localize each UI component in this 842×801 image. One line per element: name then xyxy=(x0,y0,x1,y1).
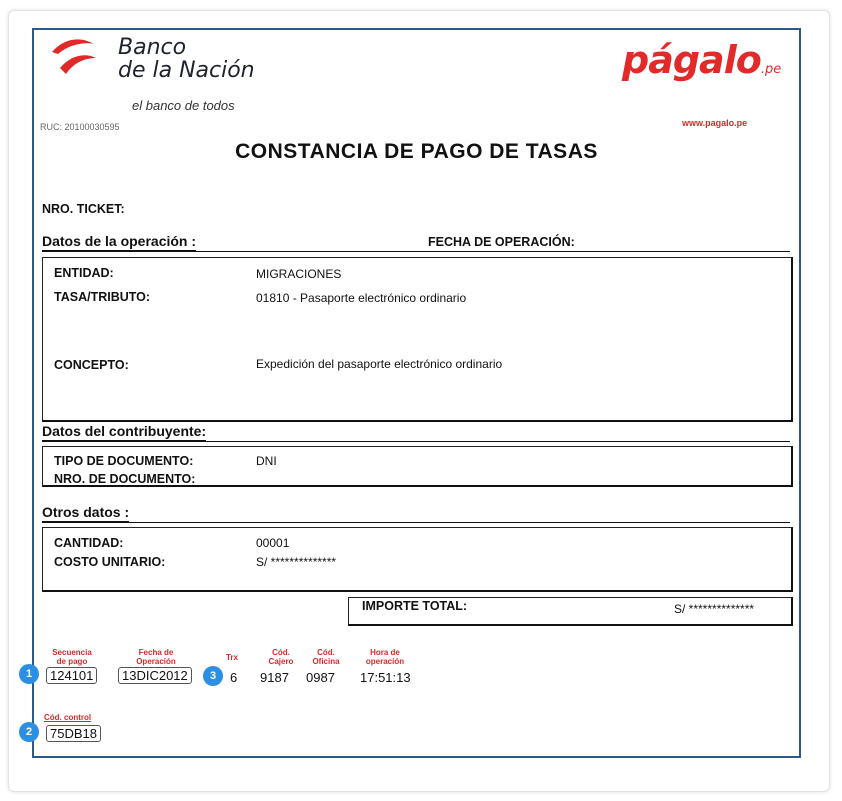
trx-value: 6 xyxy=(230,670,238,685)
entidad-label: ENTIDAD: xyxy=(54,266,114,280)
concepto-label: CONCEPTO: xyxy=(54,358,129,372)
cod-control-value: 75DB18 xyxy=(46,725,101,742)
fecha-operacion-label: FECHA DE OPERACIÓN: xyxy=(428,235,575,249)
section-otros-divider xyxy=(42,522,790,523)
section-contribuyente-title: Datos del contribuyente: xyxy=(42,423,207,441)
costo-unitario-label: COSTO UNITARIO: xyxy=(54,555,166,569)
pagalo-url: www.pagalo.pe xyxy=(682,118,748,128)
tasa-value: 01810 - Pasaporte electrónico ordinario xyxy=(256,291,467,305)
importe-total-label: IMPORTE TOTAL: xyxy=(362,599,468,613)
fecha-footer-value: 13DIC2012 xyxy=(118,667,192,684)
cod-control-label: Cód. control xyxy=(44,713,92,722)
annotation-marker-2: 2 xyxy=(19,722,39,742)
cantidad-value: 00001 xyxy=(256,536,290,550)
bank-name: Banco de la Nación xyxy=(118,36,255,82)
hora-operacion-value: 17:51:13 xyxy=(360,670,411,685)
cod-cajero-value: 9187 xyxy=(260,670,289,685)
pagalo-logo: págalo.pe xyxy=(622,38,781,82)
nro-documento-label: NRO. DE DOCUMENTO: xyxy=(54,472,196,486)
entidad-value: MIGRACIONES xyxy=(256,267,342,281)
section-operacion-title: Datos de la operación : xyxy=(42,233,197,251)
banco-nacion-logo-icon xyxy=(52,39,96,74)
importe-total-value: S/ ************** xyxy=(674,602,755,616)
bank-tagline: el banco de todos xyxy=(132,98,235,113)
operacion-box xyxy=(42,257,793,422)
annotation-marker-1: 1 xyxy=(19,664,39,684)
cod-oficina-value: 0987 xyxy=(306,670,335,685)
ticket-label: NRO. TICKET: xyxy=(42,202,125,216)
concepto-value: Expedición del pasaporte electrónico ord… xyxy=(256,357,503,371)
tasa-label: TASA/TRIBUTO: xyxy=(54,290,151,304)
costo-unitario-value: S/ ************** xyxy=(256,555,337,569)
cod-oficina-label: Cód. Oficina xyxy=(312,648,340,666)
section-operacion-divider xyxy=(42,251,790,252)
tipo-documento-label: TIPO DE DOCUMENTO: xyxy=(54,454,194,468)
section-contribuyente-divider xyxy=(42,441,790,442)
section-otros-title: Otros datos : xyxy=(42,504,130,522)
secuencia-value: 124101 xyxy=(46,667,98,684)
fecha-footer-label: Fecha de Operación xyxy=(136,648,176,666)
bank-name-line2: de la Nación xyxy=(118,58,255,83)
pagalo-logo-text: págalo xyxy=(622,38,762,82)
cantidad-label: CANTIDAD: xyxy=(54,536,124,550)
document-title: CONSTANCIA DE PAGO DE TASAS xyxy=(235,140,598,163)
ruc-number: RUC: 20100030595 xyxy=(40,122,120,132)
tipo-documento-value: DNI xyxy=(256,454,277,468)
receipt-document: Banco de la Nación el banco de todos RUC… xyxy=(32,28,801,758)
secuencia-label: Secuencia de pago xyxy=(52,648,92,666)
cod-cajero-label: Cód. Cajero xyxy=(268,648,294,666)
pagalo-logo-suffix: .pe xyxy=(760,62,782,77)
hora-operacion-label: Hora de operación xyxy=(365,648,405,666)
annotation-marker-3: 3 xyxy=(203,666,223,686)
bank-name-line1: Banco xyxy=(118,35,187,60)
trx-label: Trx xyxy=(225,653,238,662)
